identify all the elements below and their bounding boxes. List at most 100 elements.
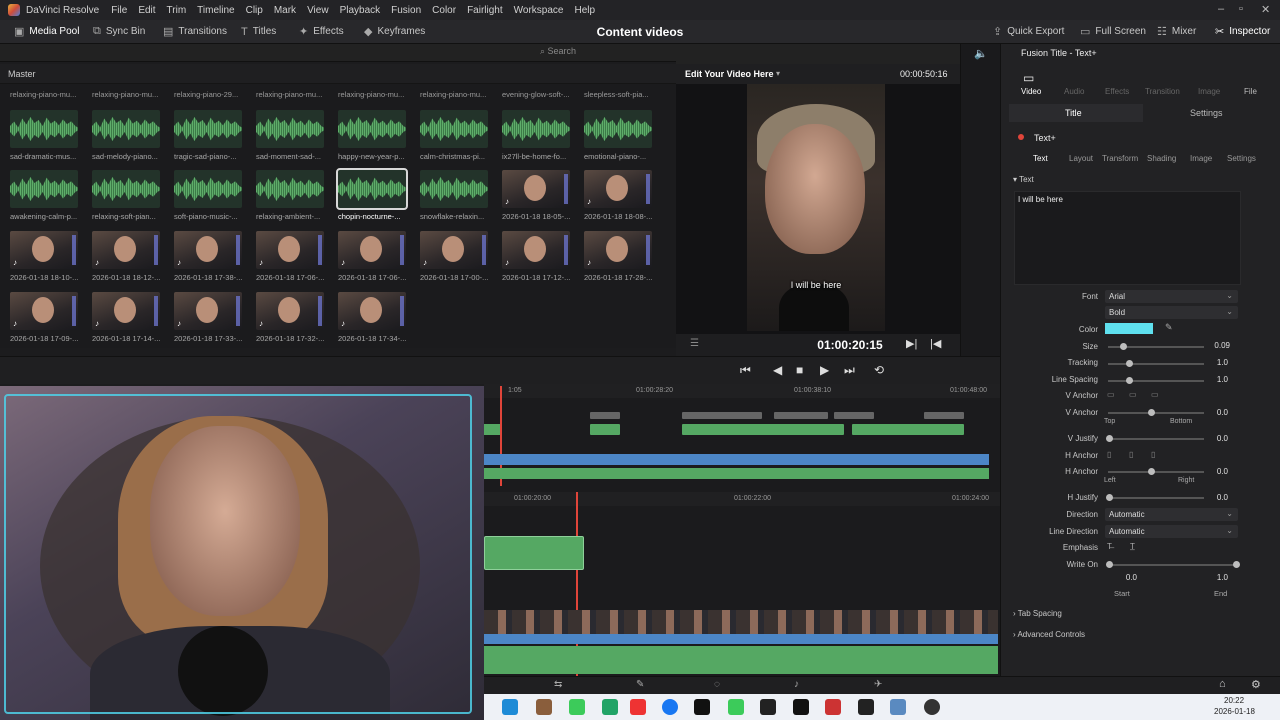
strikeout-icon[interactable]: T̶	[1107, 542, 1112, 551]
video-clip-thumbnail[interactable]: ♪	[92, 231, 160, 269]
eyedropper-icon[interactable]: ✎	[1165, 322, 1173, 333]
size-slider-knob[interactable]	[1120, 343, 1127, 350]
audio-clip-thumbnail[interactable]	[174, 170, 242, 208]
keyframes-button[interactable]: ◆ Keyframes	[364, 25, 425, 38]
tooltab-image[interactable]: Image	[1190, 154, 1212, 163]
tooltab-settings[interactable]: Settings	[1227, 154, 1256, 163]
size-value[interactable]: 0.09	[1200, 341, 1230, 350]
selected-title-clip[interactable]	[484, 536, 584, 570]
write-on-start-value[interactable]: 0.0	[1107, 573, 1137, 582]
timeline-video-track[interactable]	[484, 454, 989, 465]
youtube-icon[interactable]	[630, 699, 646, 715]
video-clip-thumbnail[interactable]: ♪	[174, 292, 242, 330]
effects-button[interactable]: ✦ Effects	[299, 25, 344, 38]
section-text[interactable]: ▾ Text	[1013, 175, 1034, 184]
timeline-clip[interactable]	[682, 424, 844, 435]
timeline-clip[interactable]	[682, 412, 762, 419]
app-icon[interactable]	[536, 699, 552, 715]
tiktok-icon[interactable]	[694, 699, 710, 715]
app-icon[interactable]	[728, 699, 744, 715]
align-center-icon[interactable]: ▯	[1129, 450, 1133, 459]
timeline-clip[interactable]	[484, 424, 500, 435]
menu-color[interactable]: Color	[432, 5, 456, 16]
menu-workspace[interactable]: Workspace	[514, 5, 564, 16]
app-icon[interactable]	[569, 699, 585, 715]
transitions-button[interactable]: ▤ Transitions	[163, 25, 227, 38]
audio-clip-thumbnail[interactable]	[256, 170, 324, 208]
menu-view[interactable]: View	[307, 5, 329, 16]
advanced-controls-section[interactable]: › Advanced Controls	[1013, 630, 1085, 639]
timeline-audio-track-lower[interactable]	[484, 646, 998, 674]
video-clip-thumbnail[interactable]: ♪	[256, 231, 324, 269]
audio-clip-thumbnail[interactable]	[502, 110, 570, 148]
video-clip-thumbnail[interactable]: ♪	[174, 231, 242, 269]
inspector-tab-transition[interactable]: Transition	[1145, 87, 1180, 96]
go-end-icon[interactable]: ⏭	[844, 363, 855, 378]
inspector-tab-video[interactable]: Video	[1021, 87, 1041, 96]
audio-clip-thumbnail[interactable]	[92, 110, 160, 148]
menu-mark[interactable]: Mark	[274, 5, 296, 16]
facebook-icon[interactable]	[662, 699, 678, 715]
quick-export-button[interactable]: ⇪ Quick Export	[993, 25, 1064, 38]
media-pool-button[interactable]: ▣ Media Pool	[14, 25, 79, 38]
mixer-button[interactable]: ☷ Mixer	[1157, 25, 1196, 38]
subtab-settings[interactable]: Settings	[1190, 108, 1223, 118]
cut-page-icon[interactable]: ⇆	[554, 679, 562, 690]
app-icon[interactable]	[793, 699, 809, 715]
inspector-button[interactable]: ✂ Inspector	[1215, 25, 1270, 38]
app-icon[interactable]	[825, 699, 841, 715]
menu-clip[interactable]: Clip	[246, 5, 263, 16]
maximize-icon[interactable]: ▫	[1239, 3, 1243, 15]
video-clip-thumbnail[interactable]: ♪	[10, 231, 78, 269]
bin-name[interactable]: Master	[8, 69, 36, 79]
app-icon[interactable]	[760, 699, 776, 715]
reverse-icon[interactable]: ◀	[773, 363, 782, 377]
menu-fairlight[interactable]: Fairlight	[467, 5, 503, 16]
h-anchor-value[interactable]: 0.0	[1198, 467, 1228, 476]
v-justify-slider-knob[interactable]	[1106, 435, 1113, 442]
video-clip-thumbnail[interactable]: ♪	[338, 292, 406, 330]
edge-icon[interactable]	[502, 699, 518, 715]
timeline-clip[interactable]	[924, 412, 964, 419]
video-clip-thumbnail[interactable]: ♪	[584, 231, 652, 269]
align-bottom-icon[interactable]: ▭	[1151, 390, 1159, 399]
video-clip-thumbnail[interactable]: ♪	[584, 170, 652, 208]
audio-clip-thumbnail[interactable]	[420, 110, 488, 148]
audio-clip-thumbnail[interactable]	[420, 170, 488, 208]
line-spacing-slider[interactable]	[1108, 377, 1204, 384]
app-icon[interactable]	[858, 699, 874, 715]
timeline-area[interactable]: 1:05 01:00:28:20 01:00:38:10 01:00:48:00…	[484, 384, 1000, 676]
prev-clip-icon[interactable]: |◀	[930, 337, 941, 350]
tooltab-transform[interactable]: Transform	[1102, 154, 1138, 163]
timeline-clip[interactable]	[774, 412, 828, 419]
color-swatch[interactable]	[1105, 323, 1153, 334]
audio-clip-thumbnail[interactable]	[92, 170, 160, 208]
timeline-video-track-lower[interactable]	[484, 634, 998, 644]
audio-clip-thumbnail[interactable]	[10, 110, 78, 148]
tracking-value[interactable]: 1.0	[1198, 358, 1228, 367]
video-clip-thumbnail[interactable]: ♪	[92, 292, 160, 330]
align-left-icon[interactable]: ▯	[1107, 450, 1111, 459]
tooltab-shading[interactable]: Shading	[1147, 154, 1176, 163]
loop-icon[interactable]: ⟲	[874, 363, 884, 377]
viewer-options-icon[interactable]: ☰	[690, 338, 699, 349]
app-icon[interactable]	[602, 699, 618, 715]
audio-clip-thumbnail[interactable]	[174, 110, 242, 148]
timeline-name[interactable]: Edit Your Video Here	[685, 69, 774, 79]
style-dropdown[interactable]: Bold ⌄	[1105, 306, 1238, 319]
menu-timeline[interactable]: Timeline	[197, 5, 234, 16]
titles-button[interactable]: T Titles	[241, 26, 276, 38]
app-icon[interactable]	[890, 699, 906, 715]
video-clip-thumbnail[interactable]: ♪	[502, 170, 570, 208]
audio-clip-thumbnail[interactable]	[338, 110, 406, 148]
sync-bin-button[interactable]: ⧉ Sync Bin	[93, 25, 145, 38]
gear-icon[interactable]: ⚙	[1251, 678, 1261, 691]
write-on-end-value[interactable]: 1.0	[1198, 573, 1228, 582]
fairlight-page-icon[interactable]: ♪	[794, 679, 799, 690]
full-screen-button[interactable]: ▭ Full Screen	[1080, 25, 1146, 38]
inspector-tab-image[interactable]: Image	[1198, 87, 1220, 96]
timeline-ruler-upper[interactable]: 1:05 01:00:28:20 01:00:38:10 01:00:48:00	[484, 384, 1000, 398]
subtab-title[interactable]: Title	[1009, 104, 1143, 122]
menu-help[interactable]: Help	[574, 5, 595, 16]
align-top-icon[interactable]: ▭	[1107, 390, 1115, 399]
